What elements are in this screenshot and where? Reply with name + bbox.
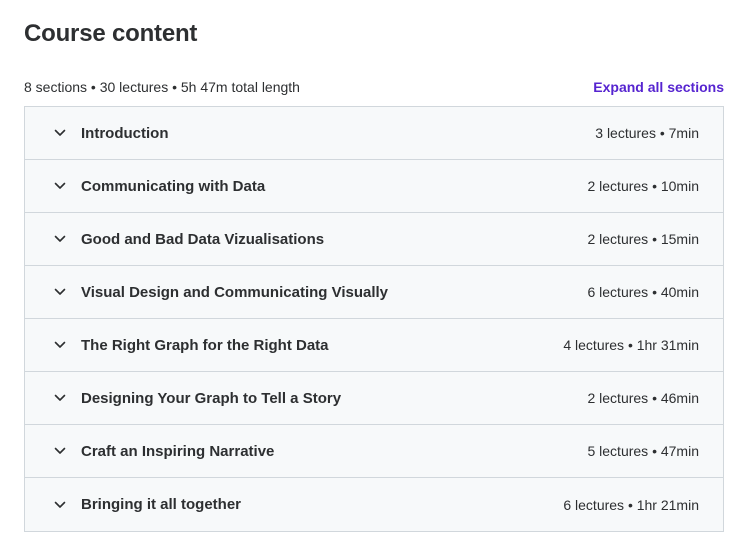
- section-meta: 3 lectures • 7min: [595, 125, 699, 141]
- section-row[interactable]: The Right Graph for the Right Data 4 lec…: [25, 319, 723, 372]
- chevron-down-icon: [53, 232, 67, 246]
- chevron-down-icon: [53, 179, 67, 193]
- chevron-down-icon: [53, 444, 67, 458]
- section-meta: 6 lectures • 1hr 21min: [563, 496, 699, 513]
- section-meta: 2 lectures • 46min: [587, 390, 699, 406]
- section-row[interactable]: Craft an Inspiring Narrative 5 lectures …: [25, 425, 723, 478]
- chevron-down-icon: [53, 285, 67, 299]
- section-row[interactable]: Bringing it all together 6 lectures • 1h…: [25, 478, 723, 531]
- section-title: Introduction: [81, 124, 169, 142]
- section-title: Good and Bad Data Vizualisations: [81, 230, 325, 248]
- section-meta: 2 lectures • 10min: [587, 178, 699, 194]
- sections-list: Introduction 3 lectures • 7min Communica…: [24, 106, 724, 532]
- section-row[interactable]: Designing Your Graph to Tell a Story 2 l…: [25, 372, 723, 425]
- section-title: Bringing it all together: [81, 496, 241, 513]
- section-title: Designing Your Graph to Tell a Story: [81, 389, 342, 407]
- section-title: Communicating with Data: [81, 177, 266, 195]
- section-title: Visual Design and Communicating Visually: [81, 283, 389, 301]
- expand-all-sections-button[interactable]: Expand all sections: [593, 79, 724, 95]
- chevron-down-icon: [53, 498, 67, 512]
- course-summary: 8 sections • 30 lectures • 5h 47m total …: [24, 79, 300, 95]
- section-title: Craft an Inspiring Narrative: [81, 442, 275, 460]
- section-meta: 2 lectures • 15min: [587, 231, 699, 247]
- section-row[interactable]: Communicating with Data 2 lectures • 10m…: [25, 160, 723, 213]
- course-content-panel: Course content 8 sections • 30 lectures …: [0, 0, 744, 546]
- section-meta: 5 lectures • 47min: [587, 443, 699, 459]
- section-meta: 6 lectures • 40min: [587, 284, 699, 300]
- course-summary-row: 8 sections • 30 lectures • 5h 47m total …: [24, 78, 724, 96]
- section-row[interactable]: Introduction 3 lectures • 7min: [25, 107, 723, 160]
- page-title: Course content: [24, 20, 198, 47]
- chevron-down-icon: [53, 126, 67, 140]
- section-row[interactable]: Visual Design and Communicating Visually…: [25, 266, 723, 319]
- chevron-down-icon: [53, 338, 67, 352]
- section-meta: 4 lectures • 1hr 31min: [563, 337, 699, 353]
- section-title: The Right Graph for the Right Data: [81, 336, 329, 354]
- chevron-down-icon: [53, 391, 67, 405]
- section-row[interactable]: Good and Bad Data Vizualisations 2 lectu…: [25, 213, 723, 266]
